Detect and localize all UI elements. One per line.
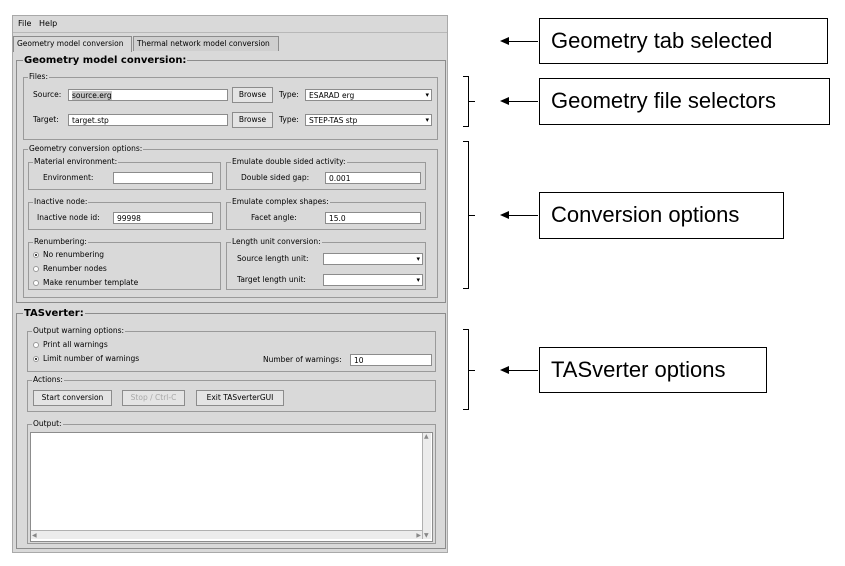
horizontal-scrollbar[interactable]: ◀ ▶: [31, 530, 422, 539]
radio-make-renumber-template[interactable]: Make renumber template: [33, 278, 138, 287]
callout-file-selectors: Geometry file selectors: [539, 78, 830, 125]
geometry-panel-title: Geometry model conversion:: [23, 55, 188, 66]
double-sided-group: Emulate double sided activity: Double si…: [226, 157, 426, 190]
arrow-left-icon: [500, 37, 509, 45]
chevron-down-icon: ▾: [416, 276, 420, 284]
scroll-left-icon[interactable]: ◀: [32, 532, 37, 539]
exit-button[interactable]: Exit TASverterGUI: [196, 390, 284, 406]
chevron-down-icon: ▾: [425, 91, 429, 99]
number-of-warnings-input[interactable]: 10: [350, 354, 432, 366]
callout-arrow-line: [507, 101, 538, 102]
output-textarea[interactable]: [30, 432, 433, 542]
length-unit-group: Length unit conversion: Source length un…: [226, 237, 426, 290]
radio-print-all-warnings[interactable]: Print all warnings: [33, 340, 108, 349]
stop-button[interactable]: Stop / Ctrl-C: [122, 390, 185, 406]
scroll-right-icon[interactable]: ▶: [416, 532, 421, 539]
target-file-input[interactable]: target.stp: [68, 114, 228, 126]
callout-arrow-line: [507, 41, 538, 42]
start-conversion-button[interactable]: Start conversion: [33, 390, 112, 406]
inactive-node-title: Inactive node:: [33, 197, 89, 206]
tasverter-panel-title: TASverter:: [23, 308, 85, 319]
inactive-node-group: Inactive node: Inactive node id: 99998: [28, 197, 221, 230]
target-label: Target:: [33, 115, 59, 124]
complex-shapes-title: Emulate complex shapes:: [231, 197, 330, 206]
facet-angle-input[interactable]: 15.0: [325, 212, 421, 224]
bracket-tick: [469, 215, 475, 216]
callout-conversion-options: Conversion options: [539, 192, 784, 239]
radio-renumber-nodes[interactable]: Renumber nodes: [33, 264, 107, 273]
menu-bar: File Help: [13, 16, 447, 33]
target-type-label: Type:: [279, 115, 299, 124]
tasverter-window: File Help Geometry model conversion Ther…: [12, 15, 448, 553]
complex-shapes-group: Emulate complex shapes: Facet angle: 15.…: [226, 197, 426, 230]
length-unit-title: Length unit conversion:: [231, 237, 322, 246]
source-length-unit-label: Source length unit:: [237, 254, 309, 263]
source-file-input[interactable]: source.erg: [68, 89, 228, 101]
radio-limit-warnings[interactable]: Limit number of warnings: [33, 354, 139, 363]
files-group: Files: Source: source.erg Browse Type: E…: [23, 72, 438, 140]
environment-label: Environment:: [43, 173, 94, 182]
menu-file[interactable]: File: [18, 19, 31, 28]
double-sided-title: Emulate double sided activity:: [231, 157, 347, 166]
chevron-down-icon: ▾: [416, 255, 420, 263]
environment-input[interactable]: [113, 172, 213, 184]
facet-angle-label: Facet angle:: [251, 213, 297, 222]
tasverter-panel: TASverter: Output warning options: Print…: [16, 308, 446, 549]
source-type-label: Type:: [279, 90, 299, 99]
inactive-node-id-input[interactable]: 99998: [113, 212, 213, 224]
files-group-title: Files:: [28, 72, 49, 81]
target-length-unit-select[interactable]: ▾: [323, 274, 423, 286]
scroll-down-icon[interactable]: ▼: [424, 532, 429, 539]
callout-arrow-line: [507, 370, 538, 371]
output-title: Output:: [32, 419, 63, 428]
renumbering-group: Renumbering: No renumbering Renumber nod…: [28, 237, 221, 290]
target-length-unit-label: Target length unit:: [237, 275, 306, 284]
menu-help[interactable]: Help: [39, 19, 57, 28]
callout-tasverter-options: TASverter options: [539, 347, 767, 393]
source-type-select[interactable]: ESARAD erg ▾: [305, 89, 432, 101]
target-type-select[interactable]: STEP-TAS stp ▾: [305, 114, 432, 126]
actions-group: Actions: Start conversion Stop / Ctrl-C …: [27, 375, 436, 412]
warning-options-group: Output warning options: Print all warnin…: [27, 326, 436, 372]
number-of-warnings-label: Number of warnings:: [263, 355, 342, 364]
geometry-panel: Geometry model conversion: Files: Source…: [16, 55, 446, 303]
material-environment-group: Material environment: Environment:: [28, 157, 221, 190]
tab-bar: Geometry model conversion Thermal networ…: [13, 36, 447, 52]
arrow-left-icon: [500, 97, 509, 105]
conversion-options-group: Geometry conversion options: Material en…: [23, 144, 438, 298]
source-browse-button[interactable]: Browse: [232, 87, 273, 103]
conversion-options-title: Geometry conversion options:: [28, 144, 144, 153]
arrow-left-icon: [500, 366, 509, 374]
arrow-left-icon: [500, 211, 509, 219]
callout-geometry-tab: Geometry tab selected: [539, 18, 828, 64]
warning-options-title: Output warning options:: [32, 326, 126, 335]
actions-title: Actions:: [32, 375, 64, 384]
callout-arrow-line: [507, 215, 538, 216]
source-label: Source:: [33, 90, 62, 99]
tab-geometry-model-conversion[interactable]: Geometry model conversion: [13, 36, 132, 52]
chevron-down-icon: ▾: [425, 116, 429, 124]
material-environment-title: Material environment:: [33, 157, 119, 166]
vertical-scrollbar[interactable]: ▲ ▼: [422, 433, 431, 539]
target-browse-button[interactable]: Browse: [232, 112, 273, 128]
bracket-tick: [469, 101, 475, 102]
source-length-unit-select[interactable]: ▾: [323, 253, 423, 265]
radio-no-renumbering[interactable]: No renumbering: [33, 250, 104, 259]
double-sided-gap-input[interactable]: 0.001: [325, 172, 421, 184]
output-group: Output: ▲ ▼ ◀ ▶: [27, 419, 436, 544]
inactive-node-id-label: Inactive node id:: [37, 213, 100, 222]
tab-thermal-network-model-conversion[interactable]: Thermal network model conversion: [133, 36, 279, 51]
scroll-up-icon[interactable]: ▲: [424, 433, 429, 440]
double-sided-gap-label: Double sided gap:: [241, 173, 310, 182]
renumbering-title: Renumbering:: [33, 237, 88, 246]
bracket-tick: [469, 370, 475, 371]
